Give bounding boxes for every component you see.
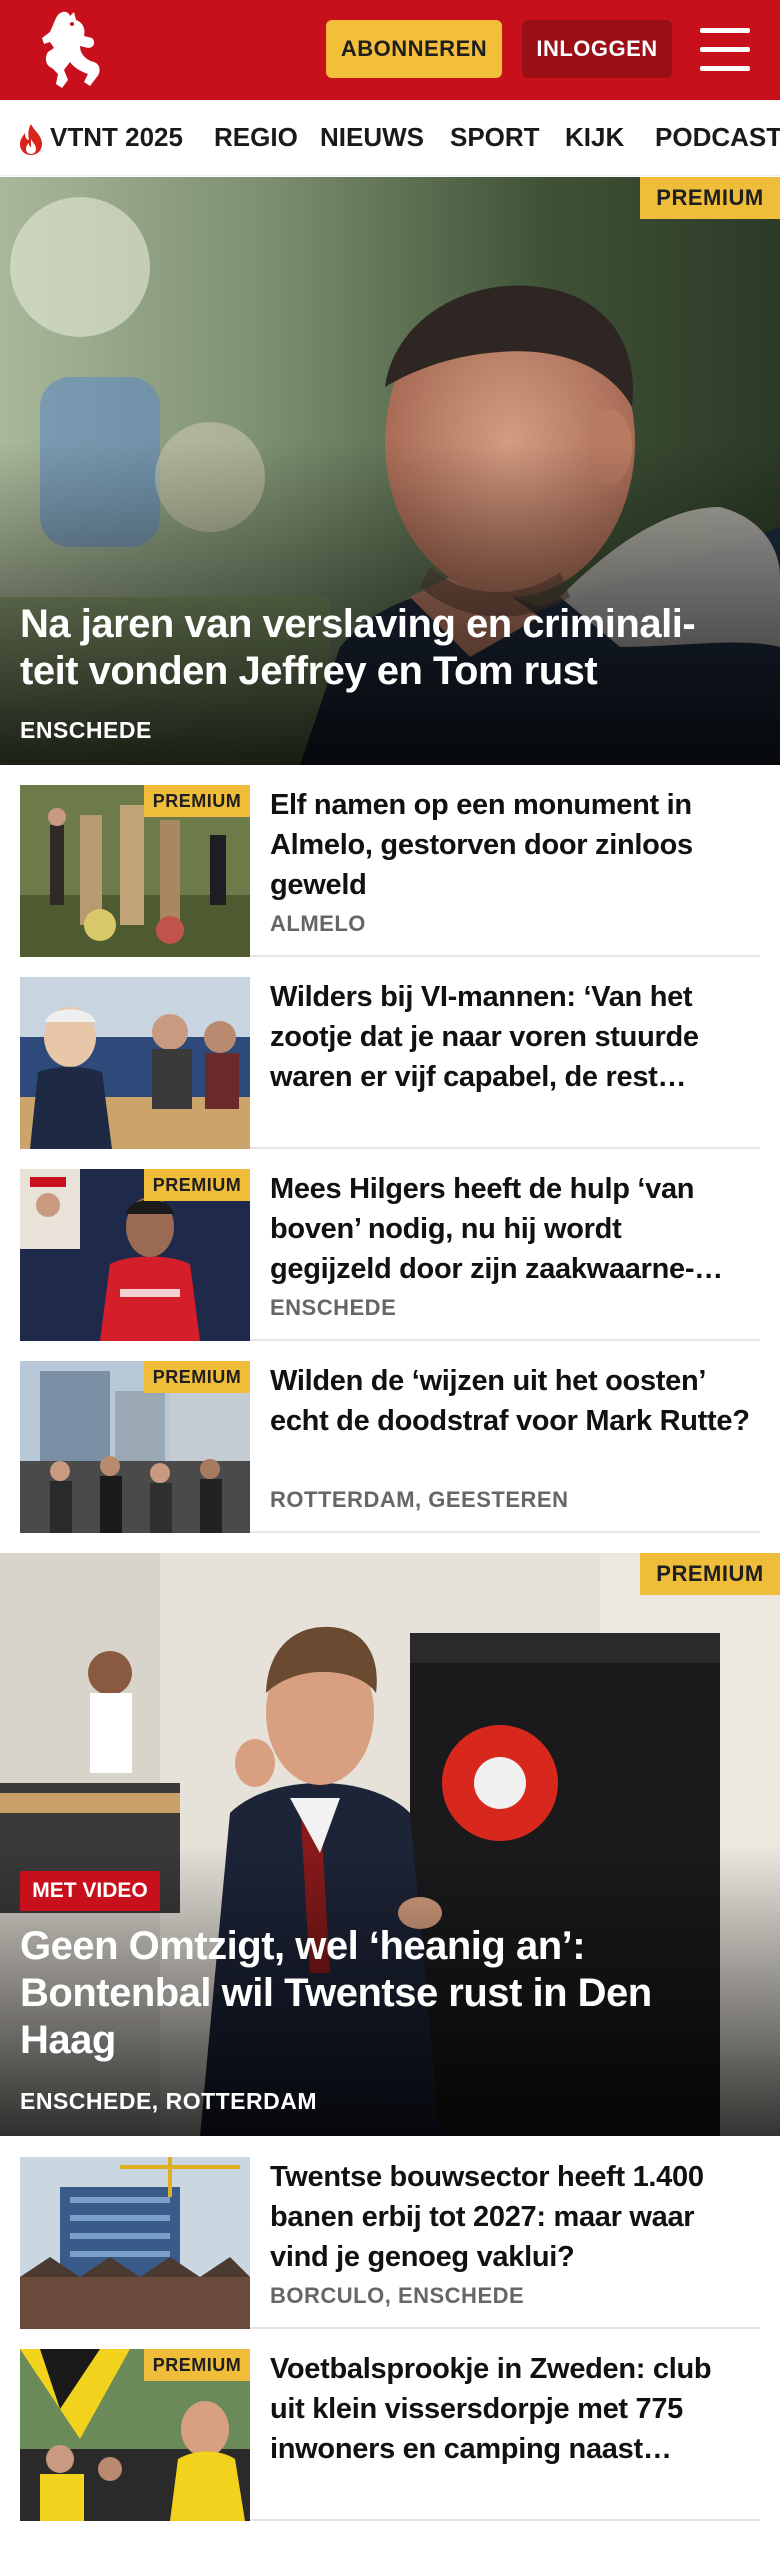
video-badge: MET VIDEO	[20, 1871, 160, 1911]
subscribe-button[interactable]: ABONNEREN	[326, 20, 502, 78]
nav-item-kijk[interactable]: KIJK	[565, 122, 624, 153]
nav-item-podcast[interactable]: PODCAST	[655, 122, 780, 153]
top-bar: ABONNEREN INLOGGEN	[0, 0, 780, 100]
article-title[interactable]: Twentse bouwsector heeft 1.400 banen erb…	[270, 2157, 750, 2277]
hamburger-menu-icon[interactable]	[700, 28, 750, 72]
premium-badge: PREMIUM	[144, 1169, 250, 1201]
nav-item-vtnt-2025[interactable]: VTNT 2025	[50, 122, 183, 153]
premium-badge: PREMIUM	[144, 2349, 250, 2381]
hero-location: ENSCHEDE	[20, 717, 152, 743]
list-item[interactable]: Wilders bij VI-mannen: ‘Van het zootje d…	[20, 977, 760, 1149]
nav-item-regio[interactable]: REGIO	[214, 122, 298, 153]
premium-badge: PREMIUM	[144, 1361, 250, 1393]
hero-title[interactable]: Na jaren van verslaving en criminali-tei…	[20, 601, 740, 695]
premium-badge: PREMIUM	[640, 1553, 780, 1595]
list-item[interactable]: PREMIUM Voetbalsprookje in Zweden: club …	[20, 2349, 760, 2521]
premium-badge: PREMIUM	[144, 785, 250, 817]
hero-article-2[interactable]: PREMIUM MET VIDEO Geen Omtzigt, wel ‘hea…	[0, 1553, 780, 2136]
tubantia-horse-logo[interactable]	[34, 8, 110, 92]
article-title[interactable]: Mees Hilgers heeft de hulp ‘van boven’ n…	[270, 1169, 750, 1289]
hero-article-1[interactable]: PREMIUM Na jaren van verslaving en crimi…	[0, 177, 780, 765]
article-location: ALMELO	[270, 911, 366, 936]
premium-badge: PREMIUM	[640, 177, 780, 219]
list-item[interactable]: PREMIUM Elf namen op een monument in Alm…	[20, 785, 760, 957]
article-title[interactable]: Voetbalsprookje in Zweden: club uit klei…	[270, 2349, 750, 2469]
nav-item-sport[interactable]: SPORT	[450, 122, 540, 153]
list-item[interactable]: PREMIUM Mees Hilgers heeft de hulp ‘van …	[20, 1169, 760, 1341]
article-title[interactable]: Wilden de ‘wijzen uit het oosten’ echt d…	[270, 1361, 750, 1441]
hero-title[interactable]: Geen Omtzigt, wel ‘heanig an’: Bontenbal…	[20, 1923, 740, 2064]
article-location: BORCULO, ENSCHEDE	[270, 2283, 525, 2308]
article-thumbnail	[20, 977, 250, 1149]
nav-item-nieuws[interactable]: NIEUWS	[320, 122, 424, 153]
flame-icon	[20, 124, 42, 155]
article-location: ROTTERDAM, GEESTEREN	[270, 1487, 569, 1512]
login-button[interactable]: INLOGGEN	[522, 20, 672, 78]
list-item[interactable]: Twentse bouwsector heeft 1.400 banen erb…	[20, 2157, 760, 2329]
hero-location: ENSCHEDE, ROTTERDAM	[20, 2088, 318, 2114]
article-title[interactable]: Elf namen op een monument in Almelo, ges…	[270, 785, 750, 905]
article-title[interactable]: Wilders bij VI-mannen: ‘Van het zootje d…	[270, 977, 750, 1097]
section-nav: VTNT 2025 REGIO NIEUWS SPORT KIJK PODCAS…	[0, 100, 780, 176]
article-location: ENSCHEDE	[270, 1295, 397, 1320]
list-item[interactable]: PREMIUM Wilden de ‘wijzen uit het oosten…	[20, 1361, 760, 1533]
article-thumbnail	[20, 2157, 250, 2329]
